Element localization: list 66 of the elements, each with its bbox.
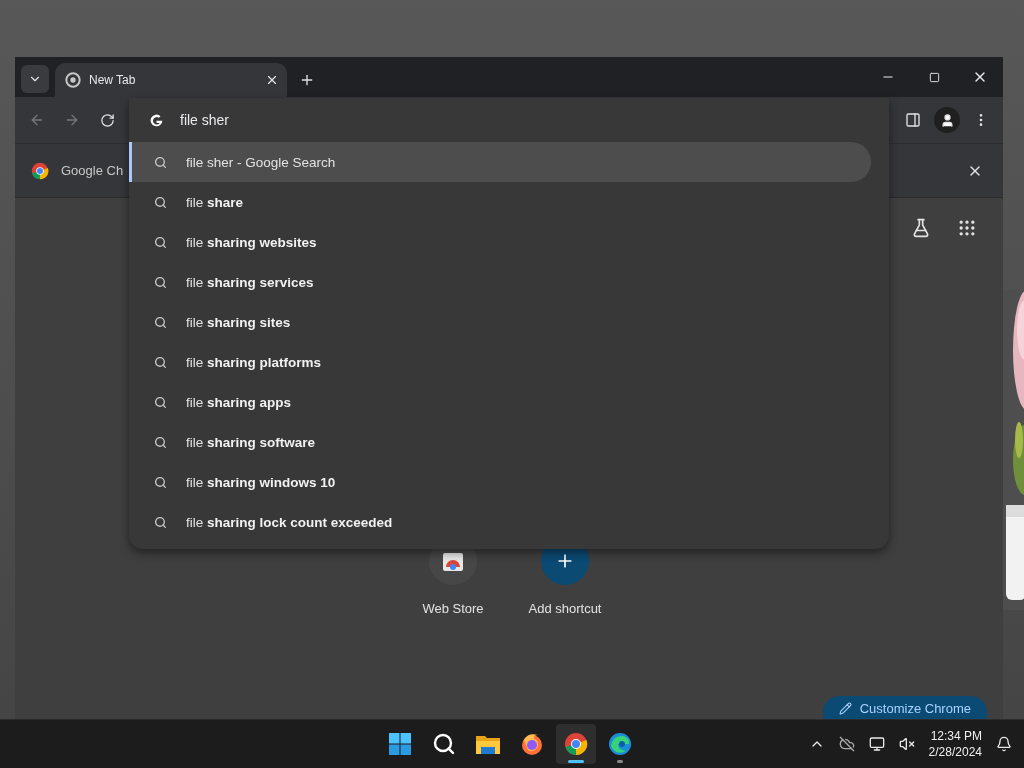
chrome-icon [65, 72, 81, 88]
suggestion-item[interactable]: file sharing websites [129, 222, 871, 262]
pencil-icon [838, 701, 852, 715]
date-text: 2/28/2024 [928, 745, 982, 759]
suggestion-item[interactable]: file sharing software [129, 422, 871, 462]
suggestion-text: file sharing software [186, 434, 316, 450]
suggestion-text: file sharing windows 10 [186, 474, 336, 490]
search-icon [154, 235, 167, 249]
suggestion-text: file sharing lock count exceeded [186, 514, 393, 530]
volume-muted-icon[interactable] [898, 736, 915, 752]
tab-search-button[interactable] [21, 65, 49, 93]
chrome-icon [564, 732, 588, 756]
suggestion-item[interactable]: file sher - Google Search [129, 142, 871, 182]
firefox-icon [520, 732, 544, 756]
search-icon [432, 732, 456, 756]
search-icon [154, 315, 167, 329]
suggestion-text: file sharing websites [186, 234, 317, 250]
suggestion-text: file share [186, 194, 244, 210]
folder-icon [475, 733, 501, 755]
windows-icon [388, 732, 412, 756]
forward-icon [64, 112, 80, 128]
search-icon [154, 395, 167, 409]
clock[interactable]: 12:34 PM 2/28/2024 [928, 729, 982, 759]
reload-icon [99, 112, 115, 128]
chrome-icon [31, 161, 49, 180]
cloud-off-icon[interactable] [838, 736, 855, 752]
suggestion-item[interactable]: file sharing lock count exceeded [129, 502, 871, 542]
google-icon [149, 112, 164, 128]
shortcut-label: Web Store [422, 601, 484, 616]
suggestion-item[interactable]: file sharing platforms [129, 342, 871, 382]
flask-icon [911, 218, 931, 238]
search-icon [154, 515, 167, 529]
infobar-text: Google Ch [61, 163, 124, 178]
edge-icon [608, 732, 632, 756]
address-field[interactable]: file sher [180, 112, 740, 128]
apps-grid-icon [957, 218, 977, 238]
maximize-icon [928, 71, 940, 83]
suggestion-item[interactable]: file sharing sites [129, 302, 871, 342]
browser-tab[interactable]: New Tab [55, 63, 287, 97]
plus-icon [299, 72, 315, 88]
suggestion-item[interactable]: file sharing apps [129, 382, 871, 422]
suggestion-item[interactable]: file sharing services [129, 262, 871, 302]
suggestion-text: file sharing sites [186, 314, 291, 330]
time-text: 12:34 PM [930, 729, 982, 743]
suggestion-item[interactable]: file sharing windows 10 [129, 462, 871, 502]
search-icon [154, 275, 167, 289]
close-tab-icon[interactable] [265, 73, 279, 87]
notifications-icon[interactable] [996, 736, 1012, 752]
suggestion-text: file sharing apps [186, 394, 292, 410]
suggestion-text: file sharing platforms [186, 354, 322, 370]
profile-button[interactable] [934, 107, 960, 133]
search-icon [154, 155, 167, 169]
side-panel-icon [905, 112, 921, 128]
taskbar-button[interactable] [556, 724, 596, 764]
person-icon [939, 112, 955, 128]
shortcut-label: Add shortcut [528, 601, 602, 616]
back-icon [29, 112, 45, 128]
search-icon [154, 355, 167, 369]
customize-chrome-button[interactable]: Customize Chrome [822, 696, 987, 719]
suggestion-item[interactable]: file share [129, 182, 871, 222]
search-icon [154, 435, 167, 449]
search-icon [154, 475, 167, 489]
tab-title: New Tab [89, 73, 137, 87]
suggestion-text: file sher - Google Search [186, 154, 336, 170]
search-icon [154, 195, 167, 209]
suggestion-text: file sharing services [186, 274, 314, 290]
